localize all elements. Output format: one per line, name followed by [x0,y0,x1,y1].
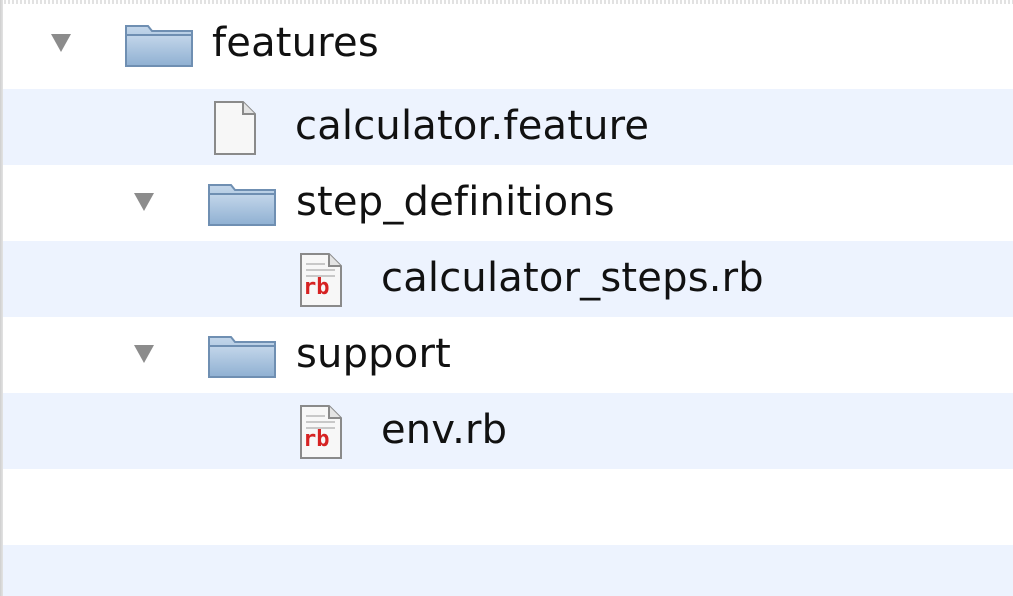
tree-row-calculator-feature[interactable]: calculator.feature [3,89,1013,165]
rb-badge: rb [303,427,330,452]
folder-icon [207,331,277,383]
tree-row-label: features [212,20,379,67]
tree-row-label: env.rb [381,407,508,454]
document-icon [211,100,259,160]
tree-row-env-rb[interactable]: rb env.rb [3,393,1013,469]
tree-row-label: step_definitions [296,179,615,226]
empty-row [3,545,1013,596]
file-outline-view: features calculator.feature step_definit… [0,0,1013,596]
empty-row [3,469,1013,545]
disclosure-triangle-icon[interactable] [51,34,71,52]
tree-row-features[interactable]: features [3,6,1013,82]
folder-icon [124,20,194,72]
tree-row-label: support [296,331,451,378]
tree-row-calculator-steps-rb[interactable]: rb calculator_steps.rb [3,241,1013,317]
tree-row-label: calculator_steps.rb [381,255,764,302]
disclosure-triangle-icon[interactable] [134,193,154,211]
folder-icon [207,179,277,231]
disclosure-triangle-icon[interactable] [134,345,154,363]
tree-row-support[interactable]: support [3,317,1013,393]
tree-row-label: calculator.feature [295,103,650,150]
rb-badge: rb [303,275,330,300]
tree-row-step-definitions[interactable]: step_definitions [3,165,1013,241]
top-border [0,0,1013,4]
